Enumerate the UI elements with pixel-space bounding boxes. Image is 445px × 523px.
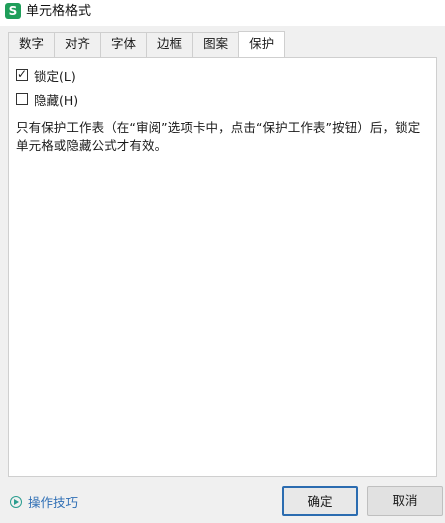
protection-note: 只有保护工作表（在“审阅”选项卡中，点击“保护工作表”按钮）后，锁定单元格或隐藏… xyxy=(16,120,421,153)
dialog-title: 单元格格式 xyxy=(26,4,92,19)
tab-alignment[interactable]: 对齐 xyxy=(54,32,102,57)
help-tips-link[interactable]: 操作技巧 xyxy=(10,492,78,511)
tab-protection[interactable]: 保护 xyxy=(238,31,286,57)
tab-font[interactable]: 字体 xyxy=(100,32,148,57)
tab-border[interactable]: 边框 xyxy=(146,32,194,57)
app-logo-icon: S xyxy=(5,3,21,19)
protection-panel: ✓ 锁定(L) 隐藏(H) 只有保护工作表（在“审阅”选项卡中，点击“保护工作表… xyxy=(8,57,437,477)
hidden-label[interactable]: 隐藏(H) xyxy=(34,90,78,109)
hidden-checkbox[interactable] xyxy=(16,93,28,105)
tab-pattern[interactable]: 图案 xyxy=(192,32,240,57)
ok-button[interactable]: 确定 xyxy=(282,486,358,516)
tab-number[interactable]: 数字 xyxy=(8,32,56,57)
cancel-button[interactable]: 取消 xyxy=(367,486,443,516)
locked-checkbox-row[interactable]: ✓ 锁定(L) xyxy=(16,66,76,85)
checkmark-icon: ✓ xyxy=(17,67,28,81)
locked-checkbox[interactable]: ✓ xyxy=(16,67,28,81)
locked-label[interactable]: 锁定(L) xyxy=(34,66,76,85)
play-circle-icon xyxy=(10,495,22,508)
title-bar: S 单元格格式 xyxy=(0,0,445,26)
tab-bar: 数字 对齐 字体 边框 图案 保护 xyxy=(8,31,286,57)
help-tips-label: 操作技巧 xyxy=(28,495,79,510)
hidden-checkbox-row[interactable]: 隐藏(H) xyxy=(16,90,78,109)
